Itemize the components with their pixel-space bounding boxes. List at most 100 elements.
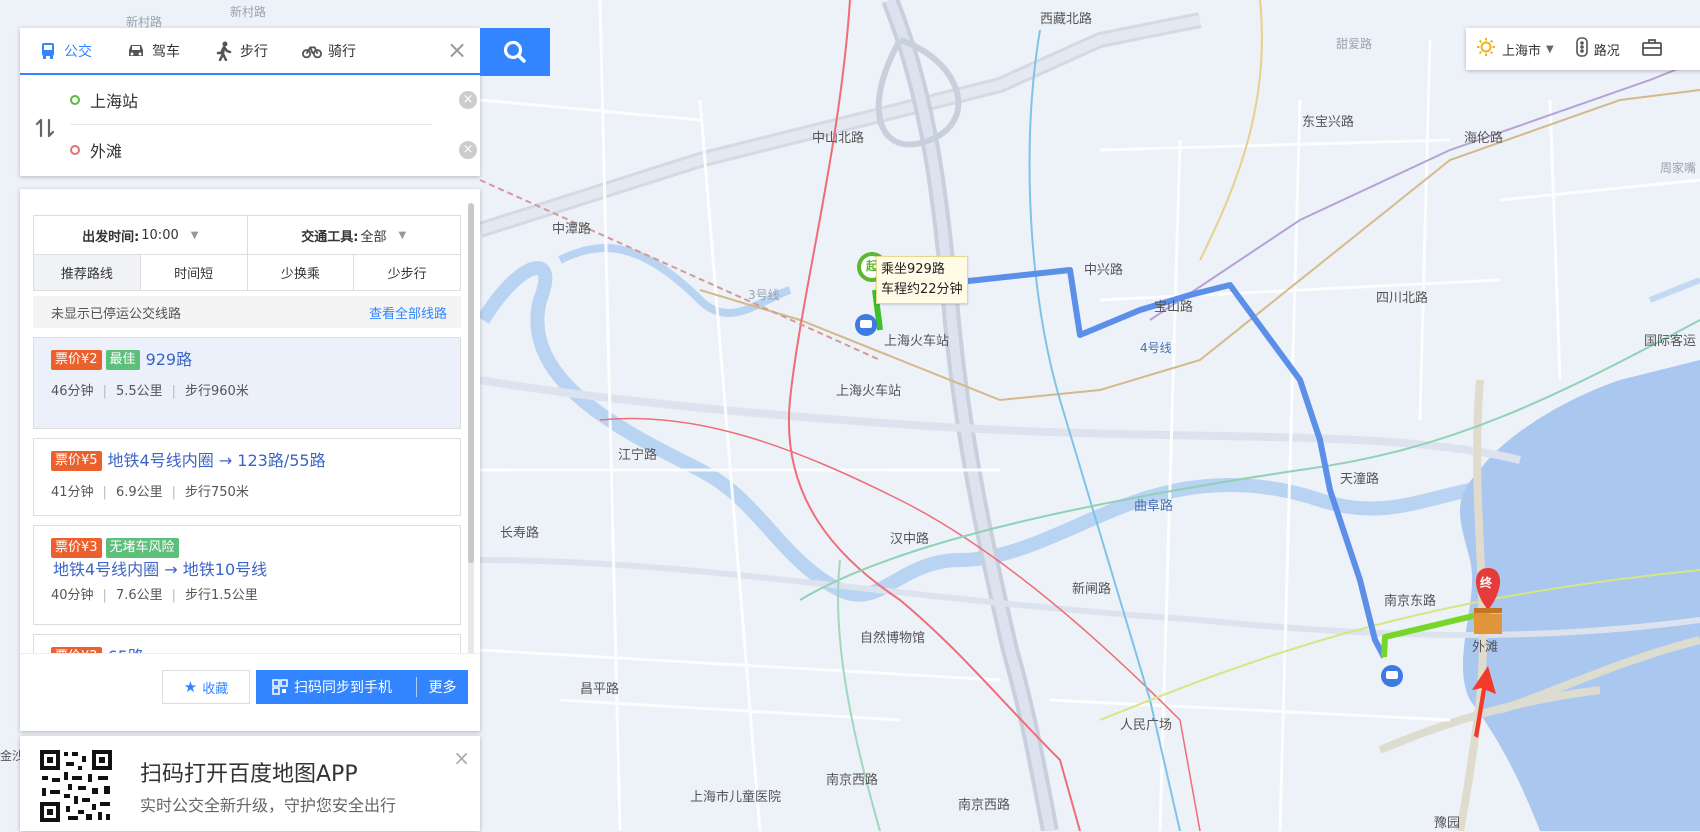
map-label: 南京东路 [1384, 594, 1437, 609]
map-label: 海伦路 [1464, 131, 1504, 146]
scroll-thumb[interactable] [468, 203, 474, 563]
route-option[interactable]: 票价¥2 最佳 929路 46分钟 5.5公里 步行960米 [33, 337, 461, 429]
map-label: 4号线 [1140, 341, 1172, 355]
more-button[interactable]: 更多 [417, 677, 468, 697]
map-label: 上海火车站 [884, 334, 950, 349]
map-toolbar: 上海市 ▼ 路况 [1466, 28, 1700, 70]
star-icon: ★ [183, 678, 198, 696]
map-label: 江宁路 [618, 448, 658, 463]
chevron-down-icon: ▼ [398, 229, 407, 241]
map-label: 南京西路 [826, 773, 879, 788]
map-label: 汉中路 [890, 532, 930, 547]
map-label: 昌平路 [580, 682, 620, 697]
traffic-button[interactable]: 路况 [1575, 37, 1620, 61]
end-marker-icon[interactable]: 终 [1480, 575, 1492, 591]
tab-fewer-transfers[interactable]: 少换乘 [246, 255, 354, 290]
search-button[interactable] [480, 28, 550, 76]
price-badge: 票价¥3 [51, 538, 102, 558]
map-label: 新村路 [230, 5, 267, 19]
notice-bar: 未显示已停运公交线路 查看全部线路 [33, 296, 461, 328]
tab-recommended[interactable]: 推荐路线 [34, 255, 140, 290]
depart-value: 10:00 [141, 227, 179, 243]
end-input[interactable] [90, 141, 390, 159]
mode-label: 公交 [64, 43, 92, 60]
walk-icon [214, 41, 234, 61]
app-download-banner: 扫码打开百度地图APP 实时公交全新升级，守护您安全出行 × [20, 736, 480, 831]
map-label: 人民广场 [1120, 718, 1173, 733]
no-jam-badge: 无堵车风险 [105, 538, 179, 558]
close-icon[interactable]: × [444, 38, 470, 64]
route-distance: 7.6公里 [94, 584, 163, 603]
route-option[interactable]: 票价¥3 无堵车风险 地铁4号线内圈 → 地铁10号线 40分钟 7.6公里 步… [33, 525, 461, 625]
depart-label: 出发时间: [82, 229, 140, 245]
tab-less-walking[interactable]: 少步行 [353, 255, 460, 290]
map-label: 上海市儿童医院 [690, 790, 782, 805]
map-label: 西藏北路 [1040, 12, 1093, 27]
vehicle-select[interactable]: 交通工具: 全部 ▼ [246, 216, 461, 254]
route-title: 票价¥5 地铁4号线内圈 → 123路/55路 [51, 449, 444, 473]
ad-title: 扫码打开百度地图APP [140, 762, 358, 787]
start-input-row: × [70, 75, 477, 125]
route-walk: 步行750米 [163, 481, 249, 500]
qr-code-image [38, 748, 114, 824]
map-label: 新闸路 [1072, 582, 1112, 597]
toolbox-button[interactable] [1641, 38, 1668, 60]
map-label: 长寿路 [500, 526, 540, 541]
search-icon [503, 40, 526, 63]
mode-car-tab[interactable]: 驾车 [126, 41, 180, 61]
sort-tabs: 推荐路线 时间短 少换乘 少步行 [34, 255, 460, 290]
start-dot-icon [70, 94, 80, 105]
route-distance: 5.5公里 [94, 380, 163, 399]
route-option[interactable]: 票价¥5 地铁4号线内圈 → 123路/55路 41分钟 6.9公里 步行750… [33, 438, 461, 516]
route-name[interactable]: 地铁4号线内圈 → 123路/55路 [108, 449, 326, 473]
mode-label: 骑行 [328, 43, 356, 60]
car-icon [126, 41, 146, 61]
action-bar: ★ 收藏 扫码同步到手机 更多 [20, 653, 480, 731]
bus-icon [38, 41, 58, 61]
best-badge: 最佳 [105, 350, 140, 370]
route-distance: 6.9公里 [94, 481, 163, 500]
traffic-light-icon [1575, 37, 1588, 61]
mode-walk-tab[interactable]: 步行 [214, 41, 268, 61]
route-time: 41分钟 [51, 485, 94, 500]
filter-box: 出发时间: 10:00 ▼ 交通工具: 全部 ▼ 推荐路线 时间短 少换乘 少步… [33, 215, 461, 291]
city-selector[interactable]: 上海市 ▼ [1476, 37, 1554, 61]
chevron-down-icon: ▼ [190, 229, 199, 241]
mode-bike-tab[interactable]: 骑行 [302, 41, 356, 61]
route-title: 票价¥3 无堵车风险 地铁4号线内圈 → 地铁10号线 [51, 536, 391, 582]
route-time: 46分钟 [51, 384, 94, 399]
view-all-routes-link[interactable]: 查看全部线路 [369, 303, 447, 322]
depart-time-select[interactable]: 出发时间: 10:00 ▼ [34, 216, 247, 254]
map-label: 3号线 [748, 288, 780, 302]
results-panel: 出发时间: 10:00 ▼ 交通工具: 全部 ▼ 推荐路线 时间短 少换乘 少步… [20, 189, 480, 731]
clear-start-icon[interactable]: × [459, 90, 477, 109]
favorite-label: 收藏 [202, 681, 229, 697]
route-walk: 步行1.5公里 [163, 584, 258, 603]
traffic-label: 路况 [1593, 43, 1620, 59]
results-scrollbar[interactable] [468, 203, 474, 667]
mode-bus-tab[interactable]: 公交 [38, 41, 92, 61]
notice-text: 未显示已停运公交线路 [51, 306, 182, 322]
favorite-button[interactable]: ★ 收藏 [162, 670, 250, 704]
tab-shortest-time[interactable]: 时间短 [139, 255, 247, 290]
end-input-row: × [70, 125, 477, 175]
clear-end-icon[interactable]: × [459, 141, 477, 159]
route-meta: 40分钟 7.6公里 步行1.5公里 [51, 584, 444, 603]
route-inputs: × × [20, 75, 480, 175]
map-label: 天潼路 [1340, 472, 1380, 487]
swap-icon[interactable] [34, 117, 58, 141]
route-meta: 46分钟 5.5公里 步行960米 [51, 380, 444, 399]
sync-to-phone-button[interactable]: 扫码同步到手机 更多 [256, 670, 468, 704]
vehicle-label: 交通工具: [301, 229, 359, 245]
sync-section[interactable]: 扫码同步到手机 [256, 677, 416, 697]
price-badge: 票价¥2 [51, 350, 102, 370]
route-name[interactable]: 929路 [146, 348, 193, 372]
route-name[interactable]: 地铁4号线内圈 → 地铁10号线 [53, 558, 267, 582]
route-search-panel: 公交 驾车 步行 骑行 × × [20, 28, 480, 176]
close-icon[interactable]: × [453, 746, 470, 770]
start-input[interactable] [90, 90, 390, 109]
sun-icon [1476, 37, 1496, 61]
map-label: 周家嘴 [1660, 161, 1697, 175]
price-badge: 票价¥5 [51, 451, 102, 471]
mode-label: 驾车 [152, 43, 180, 60]
